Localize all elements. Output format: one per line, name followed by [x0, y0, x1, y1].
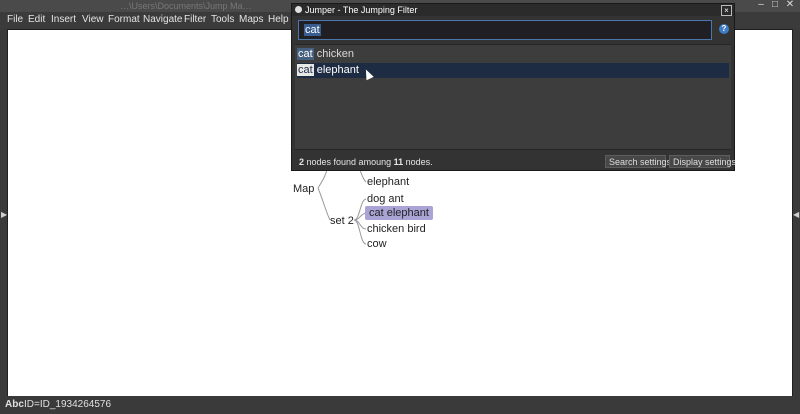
- menu-insert[interactable]: Insert: [51, 12, 76, 28]
- menu-maps[interactable]: Maps: [239, 12, 263, 28]
- window-title: …\Users\Documents\Jump Ma…: [120, 1, 252, 11]
- menu-navigate[interactable]: Navigate: [143, 12, 182, 28]
- mindmap-node-chicken-bird[interactable]: chicken bird: [367, 222, 426, 236]
- jumper-dialog: Jumper - The Jumping Filter × cat ? cat …: [291, 3, 736, 171]
- help-icon[interactable]: ?: [719, 24, 729, 34]
- mindmap-node-cat-elephant[interactable]: cat elephant: [365, 206, 433, 220]
- menu-format[interactable]: Format: [108, 12, 140, 28]
- right-panel-toggle-icon[interactable]: ◀: [793, 210, 799, 219]
- dialog-titlebar: Jumper - The Jumping Filter ×: [292, 4, 734, 16]
- total-nodes: 11: [393, 157, 404, 167]
- menu-filter[interactable]: Filter: [184, 12, 206, 28]
- mindmap-root-node[interactable]: Map: [293, 182, 314, 196]
- result-rest: elephant: [313, 64, 359, 76]
- result-match: cat: [297, 64, 314, 76]
- status-bar: Abc ID=ID_1934264576: [0, 396, 800, 414]
- mindmap-node-dog-ant[interactable]: dog ant: [367, 192, 404, 206]
- results-list: cat chicken cat elephant: [295, 44, 731, 150]
- close-icon[interactable]: ✕: [785, 0, 795, 10]
- results-summary: 2 nodes found amoung 11 nodes.: [299, 156, 433, 168]
- mindmap-node-set2[interactable]: set 2: [330, 214, 354, 228]
- mindmap-node-cow[interactable]: cow: [367, 237, 387, 251]
- dialog-title: Jumper - The Jumping Filter: [305, 5, 418, 15]
- display-settings-button[interactable]: Display settings: [669, 155, 736, 168]
- app-icon: [295, 6, 302, 13]
- menu-edit[interactable]: Edit: [28, 12, 45, 28]
- result-item[interactable]: cat chicken: [297, 47, 729, 62]
- found-text-end: nodes.: [403, 157, 433, 167]
- found-text: nodes found amoung: [304, 157, 394, 167]
- search-input-value: cat: [304, 24, 321, 36]
- menu-file[interactable]: File: [7, 12, 23, 28]
- mindmap-node-elephant[interactable]: elephant: [367, 175, 409, 189]
- search-input[interactable]: cat: [298, 20, 712, 40]
- search-settings-button[interactable]: Search settings: [605, 155, 671, 168]
- node-id-label: ID=ID_1934264576: [24, 399, 112, 410]
- menu-view[interactable]: View: [82, 12, 104, 28]
- result-match: cat: [297, 48, 314, 60]
- spellcheck-indicator: Abc: [5, 399, 24, 410]
- maximize-icon[interactable]: □: [770, 0, 780, 10]
- minimize-icon[interactable]: –: [756, 0, 766, 10]
- menu-help[interactable]: Help: [268, 12, 289, 28]
- result-rest: chicken: [313, 48, 355, 60]
- menu-tools[interactable]: Tools: [211, 12, 234, 28]
- dialog-close-icon[interactable]: ×: [721, 5, 732, 16]
